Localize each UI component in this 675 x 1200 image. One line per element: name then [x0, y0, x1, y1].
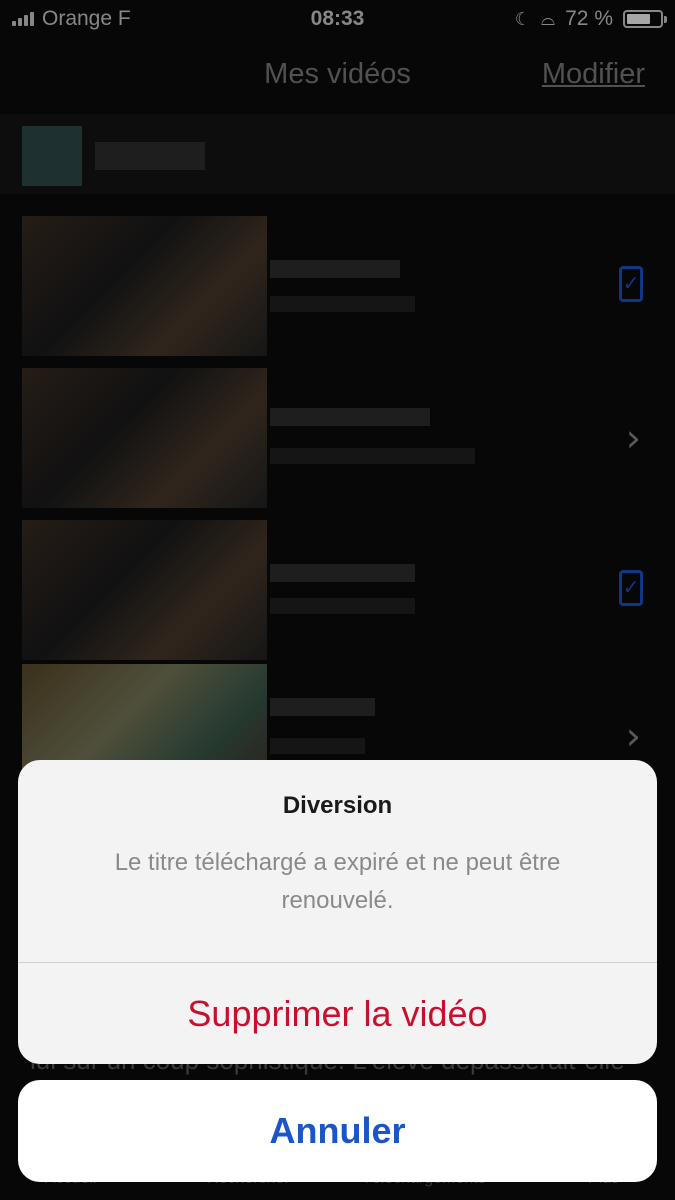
action-sheet-title: Diversion — [282, 792, 393, 819]
action-sheet-message: Le titre téléchargé a expiré et ne peut … — [114, 849, 561, 914]
delete-video-button[interactable]: Supprimer la vidéo — [18, 963, 657, 1064]
cancel-button[interactable]: Annuler — [18, 1080, 657, 1182]
action-sheet: Diversion Le titre téléchargé a expiré e… — [18, 760, 657, 1064]
